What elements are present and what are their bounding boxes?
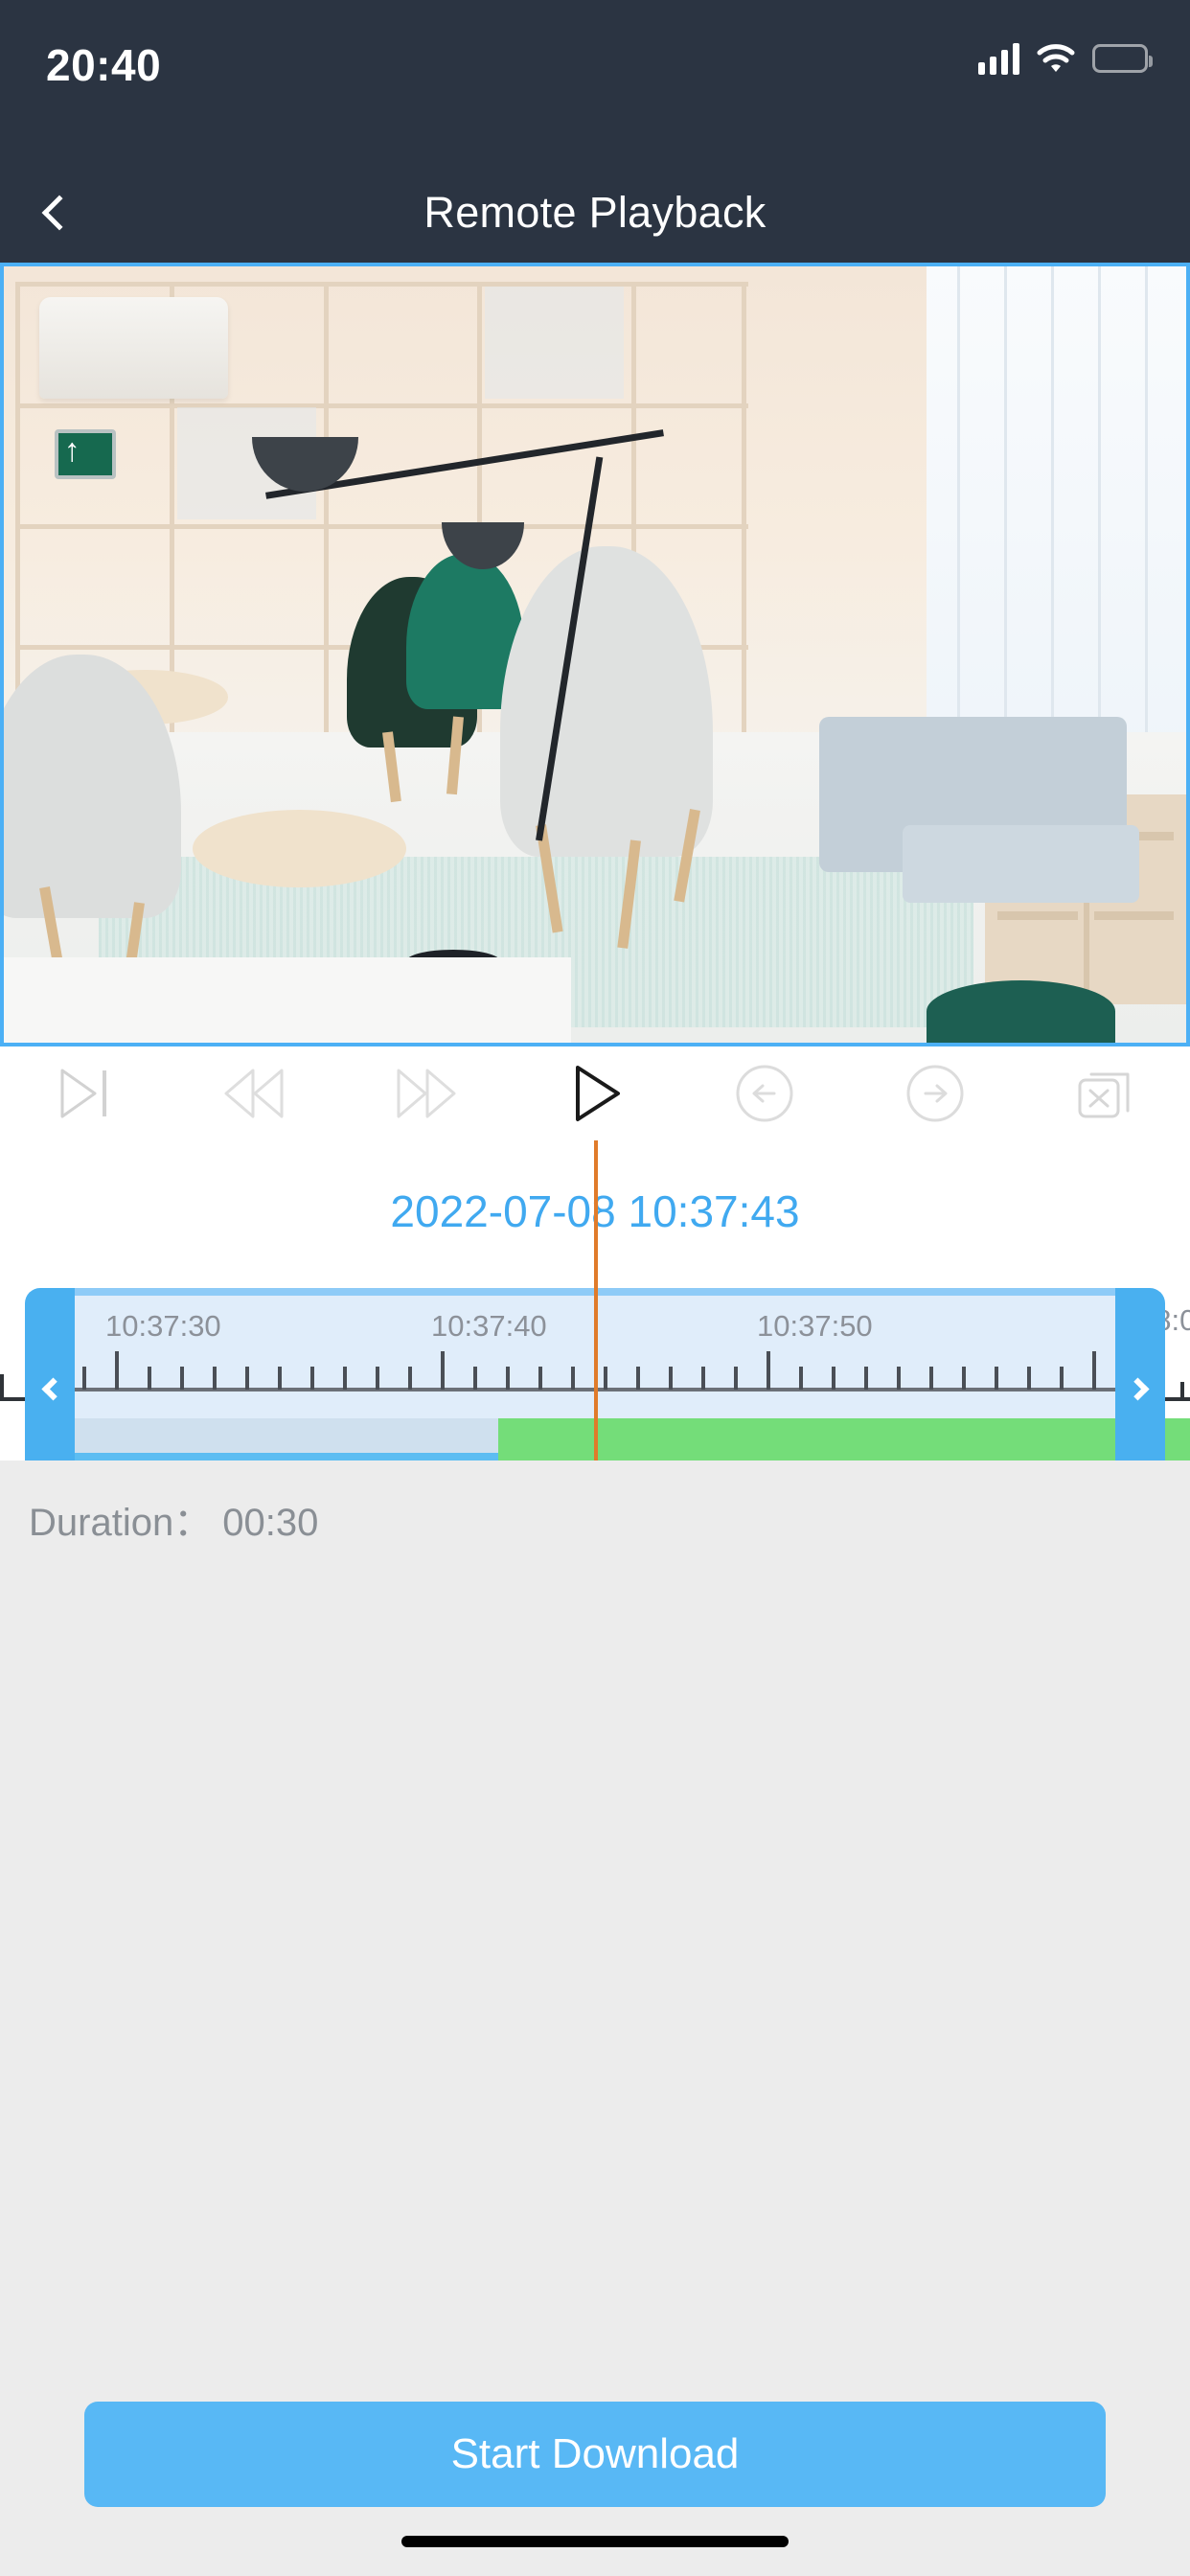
play-triangle-icon xyxy=(564,1063,626,1124)
video-exit-sign xyxy=(55,429,117,479)
chevron-left-icon xyxy=(41,195,78,231)
wifi-icon xyxy=(1037,43,1075,74)
timeline-selection[interactable]: 10:37:30 10:37:40 10:37:50 xyxy=(50,1288,1129,1426)
close-all-button[interactable] xyxy=(1020,1046,1190,1140)
timeline-tick xyxy=(604,1367,607,1390)
timeline-selection-top-edge xyxy=(50,1288,1127,1296)
timeline-tick xyxy=(897,1367,901,1390)
timeline-handle-left[interactable] xyxy=(25,1288,75,1460)
nav-header: Remote Playback xyxy=(0,163,1190,263)
timeline-tick xyxy=(864,1367,868,1390)
video-white-table xyxy=(4,956,572,1043)
start-download-button[interactable]: Start Download xyxy=(84,2402,1106,2507)
status-bar-clock: 20:40 xyxy=(46,40,162,90)
playback-controls xyxy=(0,1046,1190,1140)
circle-arrow-right-icon xyxy=(904,1063,966,1124)
timeline-tick xyxy=(376,1367,379,1390)
timeline-tick xyxy=(148,1367,151,1390)
battery-icon xyxy=(1092,44,1153,73)
back-button[interactable] xyxy=(15,163,103,263)
timeline-tick xyxy=(82,1367,86,1390)
chevron-right-icon xyxy=(1125,1376,1150,1401)
timeline-tick xyxy=(701,1367,705,1390)
video-frame xyxy=(4,266,1186,1043)
chevron-left-icon xyxy=(40,1376,65,1401)
close-windows-icon xyxy=(1074,1063,1135,1124)
timeline-label-1: 10:37:40 xyxy=(431,1309,547,1343)
timeline-tick xyxy=(1060,1367,1064,1390)
duration-band: Duration： 00:30 xyxy=(0,1460,1190,1576)
timeline-tick xyxy=(538,1367,542,1390)
video-green-chair-corner xyxy=(926,980,1115,1043)
double-left-triangle-icon xyxy=(220,1066,289,1121)
video-air-conditioner xyxy=(39,297,229,399)
timeline-tick xyxy=(115,1351,119,1390)
circle-arrow-left-icon xyxy=(734,1063,795,1124)
timeline-tick xyxy=(929,1367,933,1390)
status-bar: 20:40 xyxy=(0,0,1190,163)
video-player[interactable] xyxy=(0,263,1190,1046)
timeline-tick xyxy=(278,1367,282,1390)
timeline-tick xyxy=(180,1367,184,1390)
status-bar-icons xyxy=(978,42,1153,75)
timeline-tick xyxy=(441,1351,445,1390)
step-frame-button[interactable] xyxy=(0,1046,170,1140)
timeline-bar-recording xyxy=(498,1418,1127,1460)
fast-forward-button[interactable] xyxy=(340,1046,510,1140)
duration-text: Duration： 00:30 xyxy=(29,1502,319,1544)
video-window xyxy=(926,266,1186,794)
timeline-tick xyxy=(213,1367,217,1390)
video-sofa-seat xyxy=(902,825,1139,904)
timeline-tick xyxy=(832,1367,835,1390)
previous-button[interactable] xyxy=(680,1046,850,1140)
timeline-bar-underline xyxy=(75,1453,498,1460)
timeline-tick xyxy=(1092,1351,1096,1390)
timeline-label-2: 10:37:50 xyxy=(757,1309,873,1343)
timeline-tick xyxy=(310,1367,314,1390)
timeline-tick xyxy=(636,1367,640,1390)
timeline-tick xyxy=(343,1367,347,1390)
timeline-tick xyxy=(473,1367,477,1390)
timeline-tick xyxy=(245,1367,249,1390)
video-coffee-table xyxy=(193,810,406,887)
timeline-playhead[interactable] xyxy=(594,1140,598,1460)
page-title: Remote Playback xyxy=(423,188,767,237)
double-right-triangle-icon xyxy=(391,1066,460,1121)
home-indicator xyxy=(401,2536,789,2547)
timeline-tick xyxy=(408,1367,412,1390)
signal-bars-icon xyxy=(978,42,1019,75)
play-button[interactable] xyxy=(510,1046,679,1140)
timeline-label-0: 10:37:30 xyxy=(105,1309,221,1343)
timeline-handle-right[interactable] xyxy=(1115,1288,1165,1460)
rewind-button[interactable] xyxy=(170,1046,339,1140)
timeline-tick xyxy=(1027,1367,1031,1390)
timeline-tick xyxy=(995,1367,998,1390)
timeline-tick xyxy=(962,1367,966,1390)
timeline-tick xyxy=(767,1351,770,1390)
content-empty-area xyxy=(0,1576,1190,2361)
play-to-bar-icon xyxy=(55,1066,116,1121)
timeline-tick xyxy=(799,1367,803,1390)
timeline-tick xyxy=(506,1367,510,1390)
next-button[interactable] xyxy=(850,1046,1019,1140)
timeline-tick xyxy=(734,1367,738,1390)
timeline-tick xyxy=(571,1367,575,1390)
timeline-tick xyxy=(669,1367,673,1390)
